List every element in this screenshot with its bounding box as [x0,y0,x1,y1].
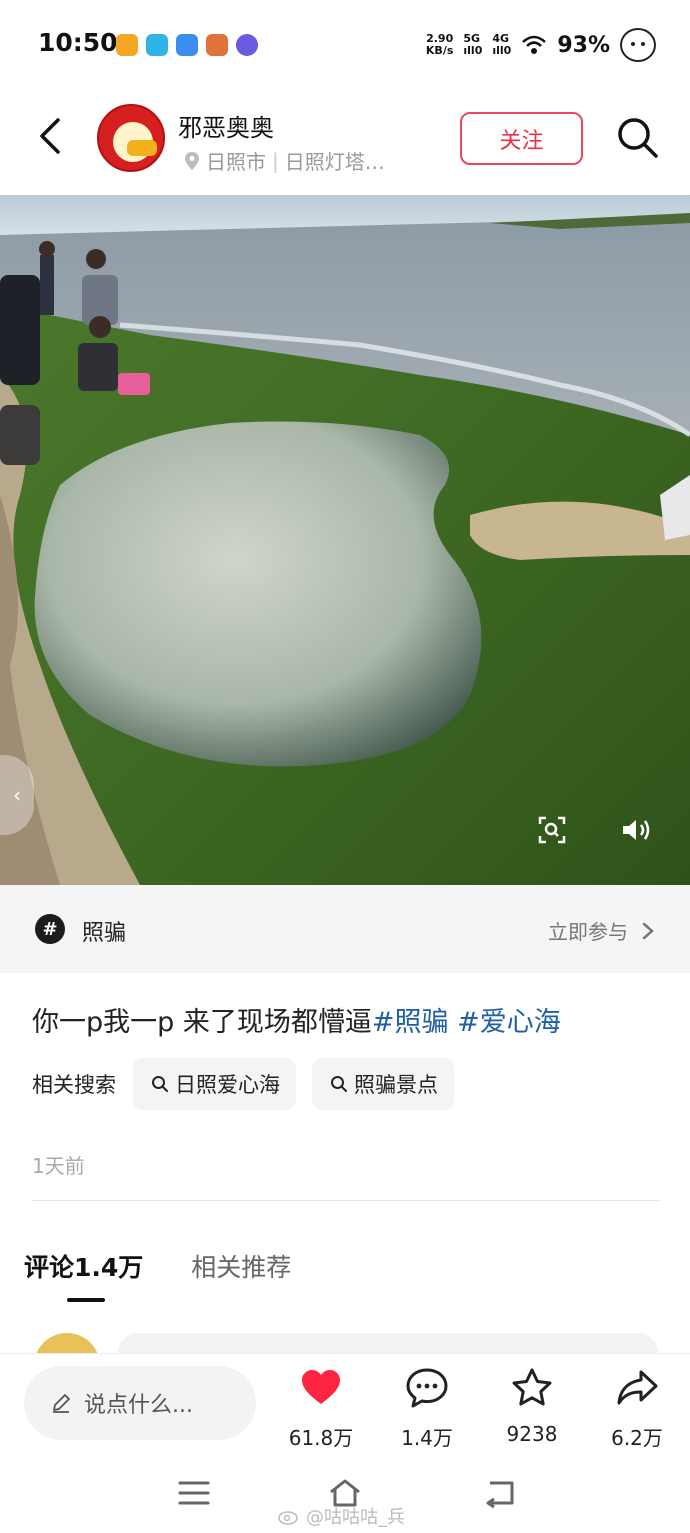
active-tab-indicator [67,1298,105,1302]
star-icon [512,1368,552,1406]
related-search-text: 照骗景点 [354,1073,438,1097]
status-bar: 10:50 2.90 KB/s 5G ıll0 4G ıll0 93% [0,0,690,90]
tab-related[interactable]: 相关推荐 [191,1248,291,1284]
join-topic-label: 立即参与 [548,920,628,944]
mascot-icon [620,28,656,62]
weibo-logo-icon [278,1511,298,1525]
wifi-icon [522,35,547,54]
signal-5g-label: 5G [463,32,481,45]
location[interactable]: 日照市 | 日照灯塔… [184,146,385,175]
comment-input[interactable]: 说点什么... [24,1366,256,1440]
topic-name: 照骗 [82,921,127,946]
share-icon [617,1370,658,1405]
signal-4g-label: 4G [492,32,510,45]
topic-bar[interactable]: # 照骗 立即参与 [0,885,690,973]
author-name[interactable]: 邪恶奥奥 [178,108,274,143]
chevron-right-icon [642,922,654,939]
search-icon [331,1076,347,1092]
weibo-app-icon [116,34,138,56]
watermark-text: @咕咕咕_兵 [306,1507,405,1528]
post-caption: 你一p我一p 来了现场都懵逼#照骗 #爱心海 [32,1000,561,1039]
zoom-icon[interactable] [537,815,567,845]
notification-icons [116,34,258,56]
follow-button[interactable]: 关注 [460,112,583,165]
location-separator: | [272,148,279,173]
battery-level: 93% [557,32,610,58]
location-pin-icon [185,151,199,170]
app-icon [146,34,168,56]
status-right: 2.90 KB/s 5G ıll0 4G ıll0 93% [426,28,656,62]
search-icon[interactable] [614,114,660,160]
favorite-count: 9238 [506,1422,558,1446]
caption-text: 你一p我一p 来了现场都懵逼 [32,1007,372,1038]
network-speed: 2.90 KB/s [426,33,453,57]
heart-icon [302,1370,340,1404]
like-button[interactable]: 61.8万 [276,1366,366,1451]
net-speed-unit: KB/s [425,44,454,57]
post-header: 邪恶奥奥 日照市 | 日照灯塔… 关注 [0,90,690,195]
comment-icon [406,1368,448,1408]
comment-count: 1.4万 [401,1426,453,1450]
author-avatar[interactable] [97,104,165,172]
signal-5g-icon: 5G ıll0 [463,32,483,57]
beach-photo [0,195,690,885]
favorite-button[interactable]: 9238 [487,1366,577,1446]
location-city: 日照市 [206,150,266,174]
app-icon [176,34,198,56]
share-count: 6.2万 [611,1426,663,1450]
like-count: 61.8万 [288,1426,354,1450]
related-searches-label: 相关搜索 [32,1073,116,1097]
action-bar: 说点什么... 61.8万 1.4万 9238 6.2万 [0,1353,690,1453]
location-place: 日照灯塔… [284,150,385,174]
related-searches: 相关搜索 日照爱心海 照骗景点 [32,1058,470,1110]
back-arrow-icon[interactable] [30,114,70,158]
back-nav-icon[interactable] [482,1477,518,1509]
related-search-chip[interactable]: 日照爱心海 [133,1058,296,1110]
comment-tabs: 评论1.4万 相关推荐 [24,1248,291,1284]
tab-comments[interactable]: 评论1.4万 [24,1248,143,1284]
avatar-beak [127,140,157,156]
hashtag-aixinhai[interactable]: #爱心海 [457,1007,561,1038]
menu-icon[interactable] [176,1477,212,1509]
share-button[interactable]: 6.2万 [592,1366,682,1451]
comment-button[interactable]: 1.4万 [382,1366,472,1451]
status-time: 10:50 [38,28,118,57]
post-image[interactable]: ‹ [0,195,690,885]
watermark: @咕咕咕_兵 [278,1503,405,1529]
hashtag-zhaopian[interactable]: #照骗 [372,1007,449,1038]
join-topic-link[interactable]: 立即参与 [548,916,654,945]
related-search-chip[interactable]: 照骗景点 [312,1058,454,1110]
comment-input-placeholder: 说点什么... [84,1393,193,1418]
post-time: 1天前 [32,1154,85,1178]
search-icon [152,1076,168,1092]
system-nav-bar: @咕咕咕_兵 [0,1453,690,1533]
signal-4g-icon: 4G ıll0 [492,32,512,57]
topic-hash-icon: # [35,914,65,944]
pen-icon [53,1394,70,1413]
divider [32,1200,660,1201]
sound-icon[interactable] [620,815,652,845]
related-search-text: 日照爱心海 [175,1073,280,1097]
app-icon [206,34,228,56]
tieba-app-icon [236,34,258,56]
